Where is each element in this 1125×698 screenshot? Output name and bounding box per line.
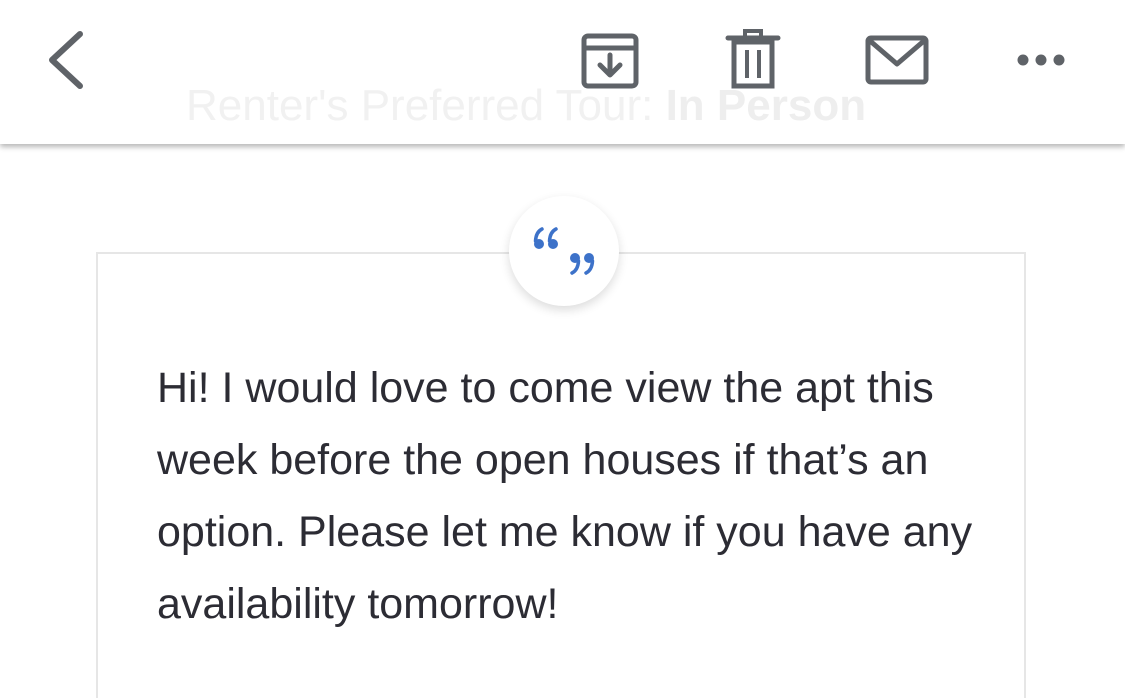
mail-icon <box>865 35 929 85</box>
message-body: Hi! I would love to come view the apt th… <box>157 364 973 628</box>
delete-button[interactable] <box>720 26 786 94</box>
mark-unread-button[interactable] <box>860 30 934 90</box>
quote-badge <box>509 196 619 306</box>
chevron-left-icon <box>49 31 83 89</box>
more-options-button[interactable] <box>1008 40 1074 80</box>
back-button[interactable] <box>36 22 96 98</box>
trash-icon <box>725 29 781 89</box>
archive-button[interactable] <box>574 28 646 94</box>
quote-icon <box>533 227 595 275</box>
archive-icon <box>581 33 639 89</box>
more-horizontal-icon <box>1017 54 1065 66</box>
top-toolbar: Renter's Preferred Tour: In Person <box>0 0 1125 144</box>
email-view: Renter's Preferred Tour: In Person Hi! I… <box>0 0 1125 698</box>
